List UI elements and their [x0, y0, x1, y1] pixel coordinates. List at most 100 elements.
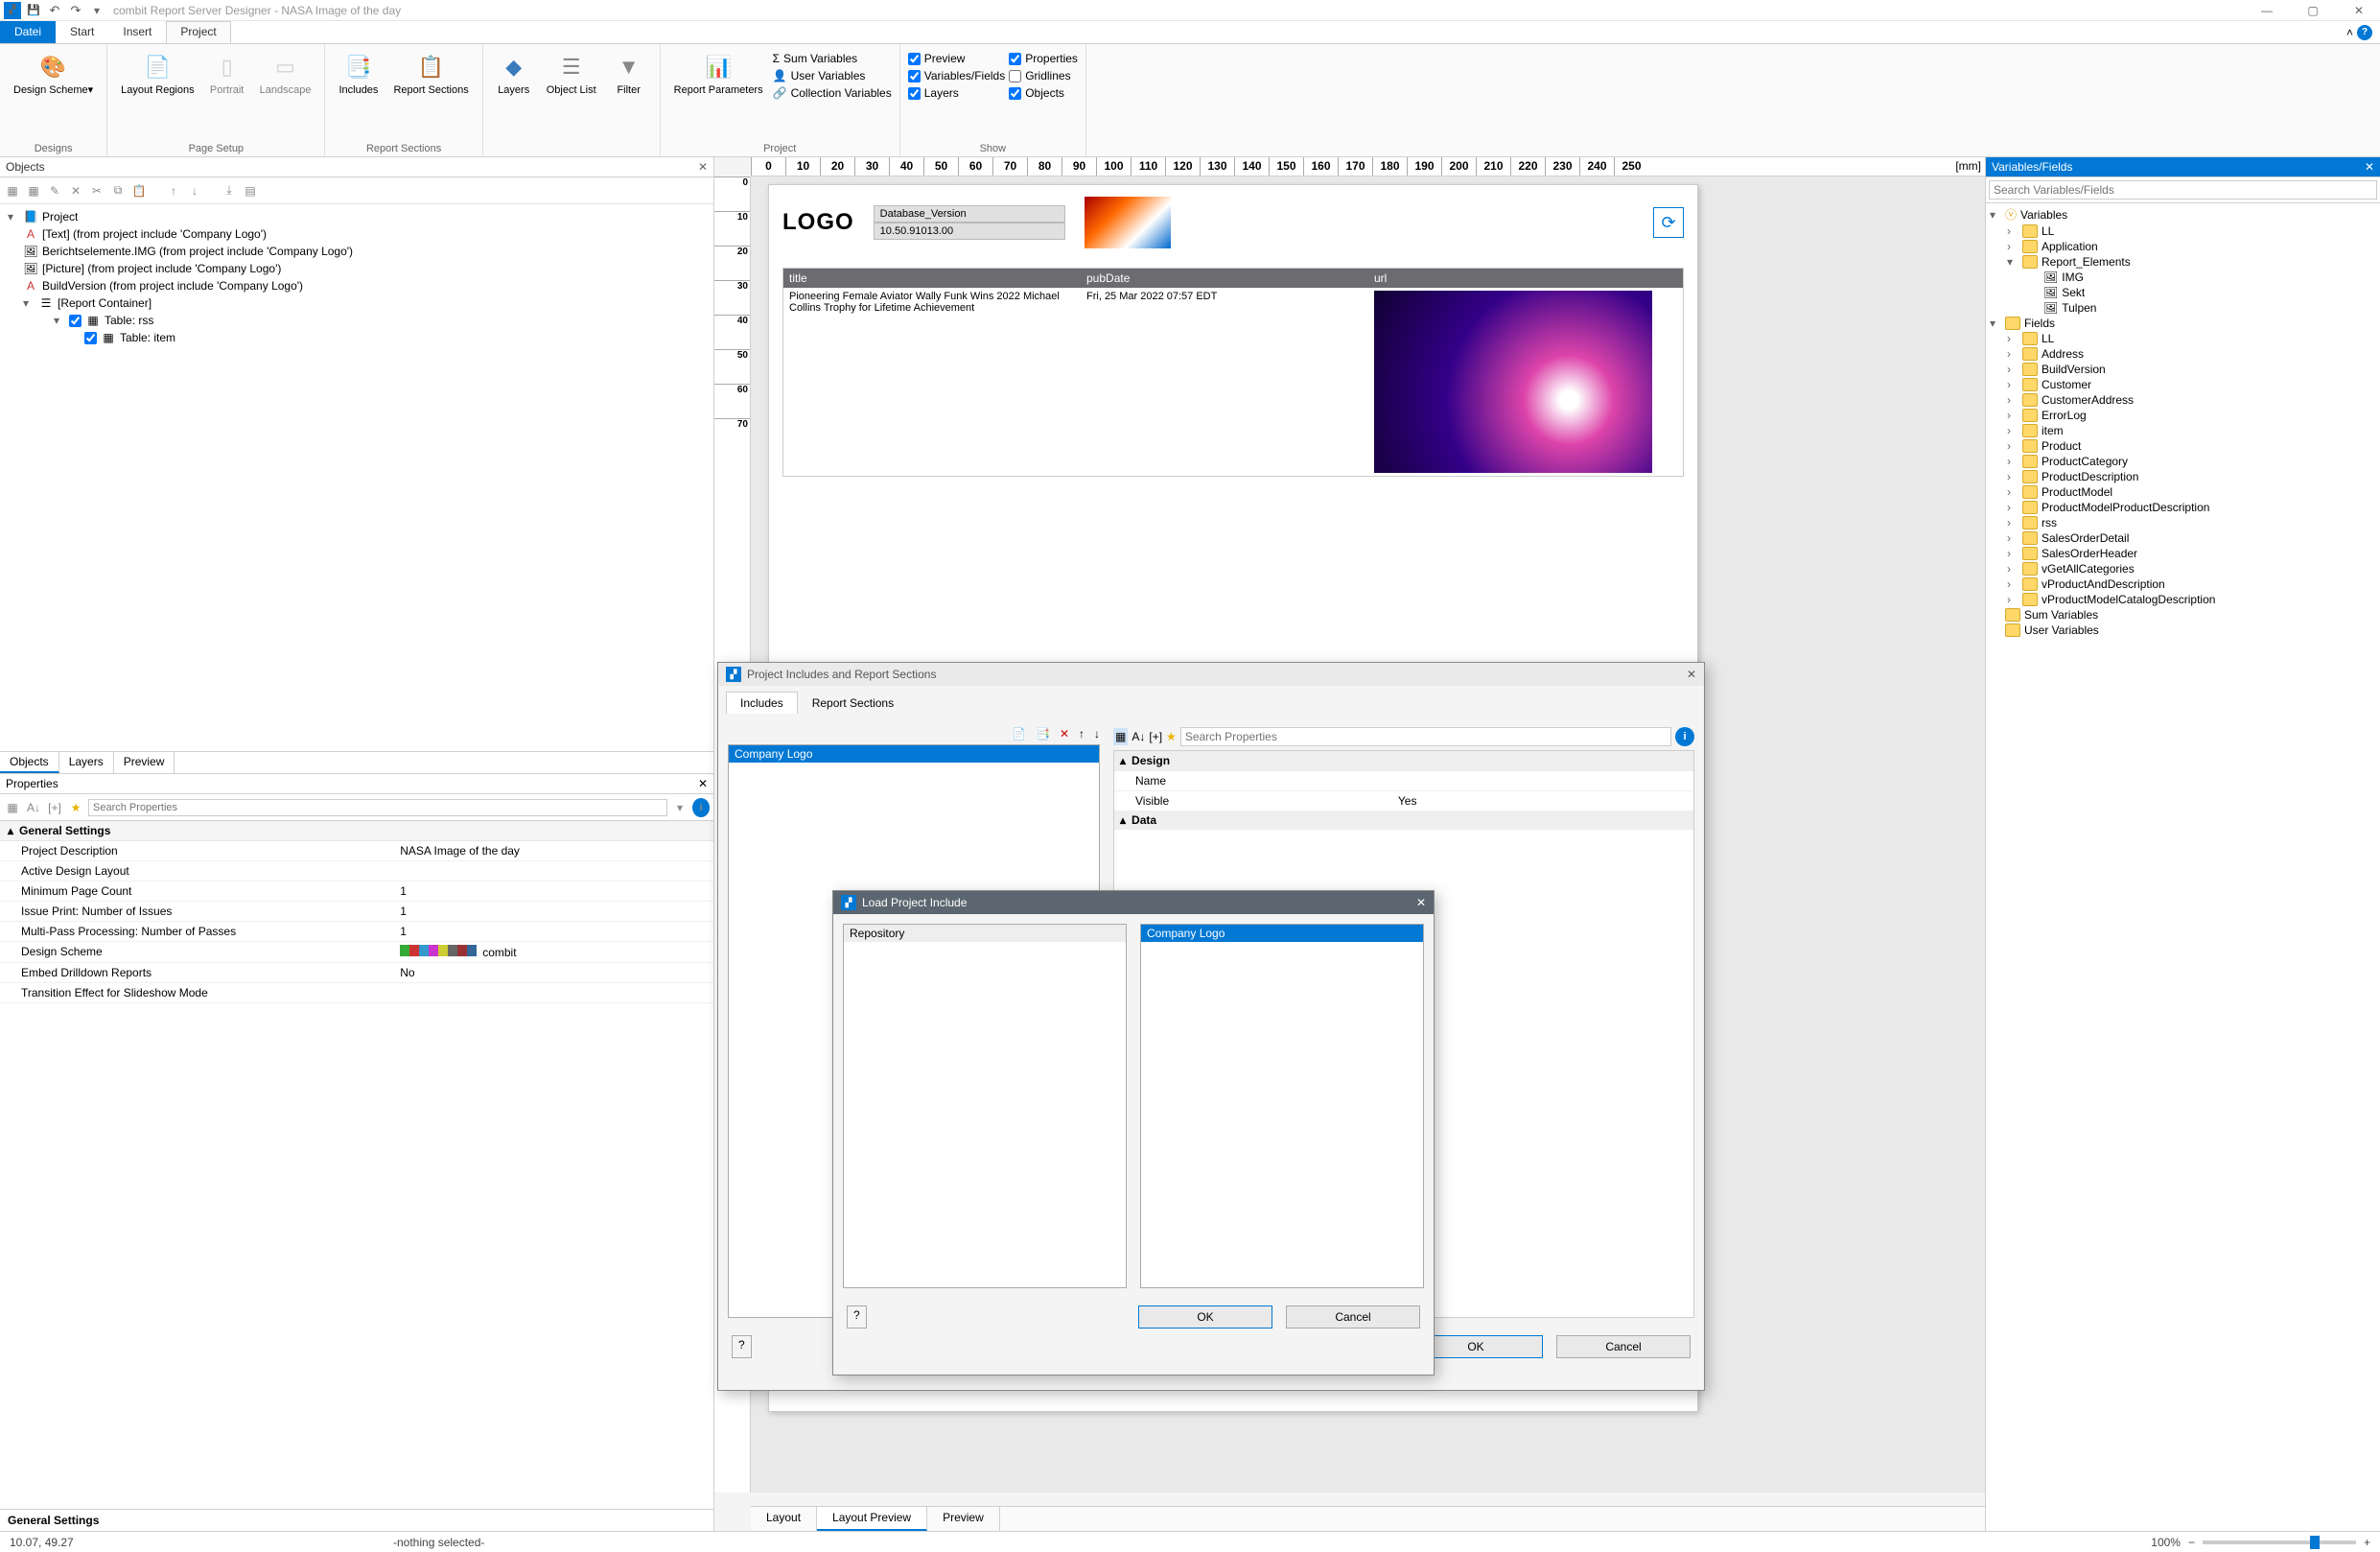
zoom-slider[interactable] — [2203, 1540, 2356, 1544]
save-icon[interactable] — [25, 2, 42, 19]
chevron-icon[interactable]: › — [2007, 593, 2018, 606]
tree-row[interactable]: ›Application — [1986, 239, 2380, 254]
tree-item[interactable]: Table: item — [120, 331, 175, 344]
chevron-icon[interactable]: › — [2007, 501, 2018, 514]
props-group-header[interactable]: ▴General Settings — [0, 821, 713, 841]
tree-row[interactable]: ›Address — [1986, 346, 2380, 362]
close-variables-icon[interactable]: ✕ — [2365, 160, 2374, 174]
chevron-icon[interactable]: › — [2007, 409, 2018, 422]
chevron-icon[interactable]: › — [2007, 547, 2018, 560]
tree-item[interactable]: [Report Container] — [58, 296, 152, 310]
close-properties-icon[interactable]: ✕ — [698, 777, 708, 790]
maximize-button[interactable]: ▢ — [2303, 4, 2322, 17]
tree-row[interactable]: ▾ⓥVariables — [1986, 205, 2380, 223]
chevron-icon[interactable]: › — [2007, 347, 2018, 361]
chevron-icon[interactable]: › — [2007, 516, 2018, 529]
chevron-icon[interactable]: › — [2007, 393, 2018, 407]
tree-row[interactable]: ›ProductModel — [1986, 484, 2380, 500]
collapse-icon[interactable]: ▴ — [1120, 813, 1126, 827]
tab-start[interactable]: Start — [56, 21, 108, 43]
chevron-icon[interactable]: › — [2007, 363, 2018, 376]
tab-preview[interactable]: Preview — [114, 752, 175, 773]
close-dialog-icon[interactable]: ✕ — [1687, 668, 1696, 681]
tab-layout-preview[interactable]: Layout Preview — [817, 1507, 927, 1531]
tab-project[interactable]: Project — [166, 21, 230, 43]
layers-check[interactable]: Layers — [908, 86, 1005, 100]
prop-value[interactable]: 1 — [392, 882, 713, 901]
header-image[interactable] — [1085, 197, 1171, 248]
chevron-icon[interactable]: › — [2007, 332, 2018, 345]
tree-project[interactable]: Project — [42, 210, 78, 223]
search-props-input[interactable] — [1180, 727, 1671, 746]
prop-value[interactable]: combit — [392, 942, 713, 962]
layout-regions-button[interactable]: 📄Layout Regions — [115, 48, 199, 100]
landscape-button[interactable]: ▭Landscape — [254, 48, 317, 100]
paste-icon[interactable]: 📋 — [130, 182, 148, 200]
delete-icon[interactable]: ✕ — [67, 182, 84, 200]
tree-row[interactable]: ›vProductModelCatalogDescription — [1986, 592, 2380, 607]
prop-name-value[interactable] — [1392, 771, 1693, 790]
zoom-out-icon[interactable]: − — [2188, 1536, 2195, 1549]
tab-layers[interactable]: Layers — [59, 752, 114, 773]
new-icon[interactable]: ▦ — [4, 182, 21, 200]
cat-icon[interactable]: ▦ — [4, 801, 21, 814]
objects-check[interactable]: Objects — [1009, 86, 1078, 100]
portrait-button[interactable]: ▯Portrait — [204, 48, 250, 100]
info-icon[interactable]: i — [692, 798, 710, 817]
tree-row[interactable]: Sum Variables — [1986, 607, 2380, 623]
tab-preview[interactable]: Preview — [927, 1507, 1000, 1531]
design-scheme-button[interactable]: 🎨 Design Scheme▾ — [8, 48, 99, 100]
gridlines-check[interactable]: Gridlines — [1009, 69, 1078, 82]
sum-vars-button[interactable]: Σ Sum Variables — [773, 52, 892, 65]
chevron-down-icon[interactable]: ▾ — [8, 210, 19, 223]
star-icon[interactable]: ★ — [1166, 730, 1177, 743]
up-icon[interactable]: ↑ — [165, 182, 182, 200]
dropdown-icon[interactable]: ▾ — [671, 801, 688, 814]
tree-row[interactable]: ›vGetAllCategories — [1986, 561, 2380, 576]
info-icon[interactable]: i — [1675, 727, 1694, 746]
refresh-icon[interactable]: ⟳ — [1653, 207, 1684, 238]
tree-row[interactable]: ›ErrorLog — [1986, 408, 2380, 423]
chevron-icon[interactable]: › — [2007, 485, 2018, 499]
tree-item[interactable]: Berichtselemente.IMG (from project inclu… — [42, 245, 353, 258]
tab-includes[interactable]: Includes — [726, 692, 798, 714]
redo-icon[interactable] — [67, 2, 84, 19]
qat-dropdown-icon[interactable]: ▾ — [88, 2, 105, 19]
help-icon[interactable]: ? — [2357, 25, 2372, 40]
edit-icon[interactable]: ✎ — [46, 182, 63, 200]
tree-row[interactable]: ›item — [1986, 423, 2380, 438]
tab-report-sections[interactable]: Report Sections — [798, 692, 908, 714]
tree-row[interactable]: ›SalesOrderDetail — [1986, 530, 2380, 546]
tree-checkbox[interactable] — [84, 332, 97, 344]
chevron-icon[interactable]: › — [2007, 439, 2018, 453]
report-table[interactable]: title pubDate url Pioneering Female Avia… — [782, 268, 1684, 477]
prop-value[interactable]: 1 — [392, 902, 713, 921]
objects-tree[interactable]: ▾📘Project A[Text] (from project include … — [0, 204, 713, 751]
tree-row[interactable]: User Variables — [1986, 623, 2380, 638]
expand-icon[interactable]: [+] — [1149, 730, 1162, 743]
expand-icon[interactable]: [+] — [46, 801, 63, 814]
chevron-icon[interactable]: › — [2007, 424, 2018, 437]
chevron-icon[interactable]: › — [2007, 531, 2018, 545]
prop-value[interactable] — [392, 983, 713, 1002]
down-icon[interactable]: ↓ — [1094, 727, 1100, 741]
up-icon[interactable]: ↑ — [1079, 727, 1085, 741]
sections-button[interactable]: 📋Report Sections — [387, 48, 474, 100]
tree-row[interactable]: ▾Fields — [1986, 316, 2380, 331]
properties-check[interactable]: Properties — [1009, 52, 1078, 65]
collapse-ribbon-icon[interactable]: ˄ — [2346, 26, 2353, 39]
prop-visible-value[interactable]: Yes — [1392, 791, 1693, 811]
chevron-icon[interactable]: › — [2007, 470, 2018, 483]
repository-item[interactable]: Repository — [844, 925, 1126, 942]
cut-icon[interactable]: ✂ — [88, 182, 105, 200]
undo-icon[interactable] — [46, 2, 63, 19]
tree-row[interactable]: ›BuildVersion — [1986, 362, 2380, 377]
ok-button[interactable]: OK — [1138, 1305, 1272, 1329]
minimize-button[interactable]: — — [2257, 4, 2276, 17]
tree-item[interactable]: BuildVersion (from project include 'Comp… — [42, 279, 303, 293]
search-properties-input[interactable] — [88, 799, 667, 816]
tree-item[interactable]: [Text] (from project include 'Company Lo… — [42, 227, 267, 241]
az-icon[interactable]: A↓ — [1132, 730, 1145, 743]
cancel-button[interactable]: Cancel — [1556, 1335, 1691, 1358]
tree-row[interactable]: ▾Report_Elements — [1986, 254, 2380, 270]
